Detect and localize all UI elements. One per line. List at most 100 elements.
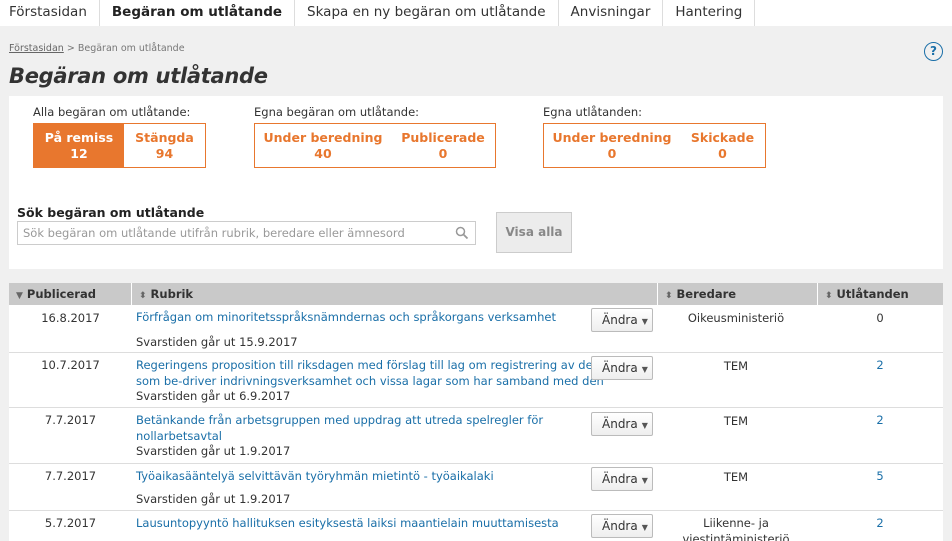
sort-icon: ⬍ (139, 291, 147, 301)
row-preparer: TEM (723, 470, 749, 484)
filter-label: Under beredning (263, 130, 383, 145)
tab-skapa-ny-begaran[interactable]: Skapa en ny begäran om utlåtande (295, 0, 559, 26)
edit-button-label: Ändra (602, 519, 638, 533)
row-date: 5.7.2017 (44, 516, 97, 530)
column-header-published[interactable]: ▼ Publicerad (9, 283, 132, 305)
row-deadline: Svarstiden går ut 1.9.2017 (136, 444, 291, 458)
edit-button-label: Ändra (602, 417, 638, 431)
filter-group-boxes: Under beredning 40 Publicerade 0 (254, 123, 496, 168)
filter-stangda[interactable]: Stängda 94 (124, 124, 205, 167)
top-nav: Förstasidan Begäran om utlåtande Skapa e… (0, 0, 952, 26)
row-title-link[interactable]: Lausuntopyyntö hallituksen esityksestä l… (136, 515, 559, 531)
filter-group-own-statements: Egna utlåtanden: Under beredning 0 Skick… (543, 105, 766, 168)
table-row: 16.8.2017 Förfrågan om minoritetsspråksn… (9, 305, 943, 353)
row-preparer: Liikenne- ja viestintäministeriö (666, 515, 806, 541)
filter-group-label: Egna utlåtanden: (543, 105, 642, 119)
row-statements-count-link[interactable]: 5 (820, 469, 940, 483)
row-title-link[interactable]: Förfrågan om minoritetsspråksnämndernas … (136, 309, 556, 325)
filter-count: 12 (70, 146, 88, 161)
table-row: 5.7.2017 Lausuntopyyntö hallituksen esit… (9, 511, 943, 541)
filter-group-own-requests: Egna begäran om utlåtande: Under beredni… (254, 105, 496, 168)
tab-forstasidan[interactable]: Förstasidan (0, 0, 100, 26)
filter-statements-skickade[interactable]: Skickade 0 (680, 124, 765, 167)
sort-icon: ⬍ (825, 291, 833, 301)
filter-own-under-beredning[interactable]: Under beredning 40 (255, 124, 391, 167)
row-date: 16.8.2017 (41, 311, 100, 325)
filter-label: Under beredning (552, 130, 672, 145)
table-row: 10.7.2017 Regeringens proposition till r… (9, 353, 943, 408)
edit-button-label: Ändra (602, 361, 638, 375)
breadcrumb-current: Begäran om utlåtande (77, 43, 185, 54)
edit-button[interactable]: Ändra ▼ (591, 467, 653, 491)
column-header-preparer[interactable]: ⬍ Beredare (658, 283, 818, 305)
row-date: 7.7.2017 (44, 413, 97, 427)
tab-hantering[interactable]: Hantering (663, 0, 756, 26)
filter-count: 40 (314, 146, 332, 161)
row-statements-count-link[interactable]: 2 (820, 516, 940, 530)
caret-down-icon: ▼ (641, 317, 648, 326)
sort-icon: ⬍ (665, 291, 673, 301)
caret-down-icon: ▼ (641, 523, 648, 532)
edit-button[interactable]: Ändra ▼ (591, 356, 653, 380)
caret-down-icon: ▼ (641, 365, 648, 374)
sort-desc-icon: ▼ (16, 291, 23, 301)
tab-anvisningar[interactable]: Anvisningar (559, 0, 664, 26)
edit-button[interactable]: Ändra ▼ (591, 412, 653, 436)
filter-label: Publicerade (401, 130, 485, 145)
row-title-line: Betänkande från arbetsgruppen med uppdra… (136, 413, 544, 427)
caret-down-icon: ▼ (641, 476, 648, 485)
table-row: 7.7.2017 Työaikasääntelyä selvittävän ty… (9, 464, 943, 511)
search-input[interactable] (18, 222, 448, 244)
edit-button-label: Ändra (602, 313, 638, 327)
filter-label: Stängda (135, 130, 194, 145)
row-preparer: Oikeusministeriö (687, 311, 785, 325)
row-preparer-line: Liikenne- ja (703, 516, 769, 530)
filter-panel: Alla begäran om utlåtande: På remiss 12 … (9, 96, 943, 269)
row-preparer-line: viestintäministeriö (682, 532, 790, 541)
row-title-link[interactable]: Työaikasääntelyä selvittävän työryhmän m… (136, 468, 494, 484)
row-statements-count-link[interactable]: 2 (820, 358, 940, 372)
row-deadline: Svarstiden går ut 15.9.2017 (136, 335, 298, 349)
filter-label: Skickade (690, 130, 755, 145)
breadcrumb-home-link[interactable]: Förstasidan (9, 43, 64, 54)
row-preparer: TEM (723, 414, 749, 428)
filter-pa-remiss[interactable]: På remiss 12 (34, 124, 124, 167)
row-title-link[interactable]: Betänkande från arbetsgruppen med uppdra… (136, 412, 543, 444)
filter-count: 0 (607, 146, 617, 161)
column-header-statements[interactable]: ⬍ Utlåtanden (818, 283, 943, 305)
filter-own-publicerade[interactable]: Publicerade 0 (391, 124, 495, 167)
row-statements-count-link[interactable]: 2 (820, 413, 940, 427)
filter-count: 0 (718, 146, 727, 161)
page-title: Begäran om utlåtande (9, 64, 268, 88)
row-statements-count: 0 (876, 311, 884, 325)
edit-button[interactable]: Ändra ▼ (591, 308, 653, 332)
filter-group-boxes: På remiss 12 Stängda 94 (33, 123, 206, 168)
filter-statements-under-beredning[interactable]: Under beredning 0 (544, 124, 680, 167)
help-icon[interactable]: ? (924, 42, 943, 61)
search-field (17, 221, 476, 245)
table-row: 7.7.2017 Betänkande från arbetsgruppen m… (9, 408, 943, 464)
row-title-line: nollarbetsavtal (136, 429, 222, 443)
row-deadline: Svarstiden går ut 1.9.2017 (136, 492, 291, 506)
row-title-link[interactable]: Regeringens proposition till riksdagen m… (136, 357, 604, 389)
edit-button[interactable]: Ändra ▼ (591, 514, 653, 538)
row-preparer: TEM (723, 359, 749, 373)
filter-count: 94 (155, 146, 174, 161)
column-header-label: Rubrik (150, 287, 194, 301)
column-header-label: Publicerad (26, 287, 96, 301)
search-icon[interactable] (455, 226, 469, 240)
column-header-label: Beredare (676, 287, 737, 301)
filter-group-boxes: Under beredning 0 Skickade 0 (543, 123, 766, 168)
column-header-title[interactable]: ⬍ Rubrik (132, 283, 658, 305)
filter-group-label: Alla begäran om utlåtande: (33, 105, 191, 119)
tab-begaran-om-utlatande[interactable]: Begäran om utlåtande (100, 0, 296, 26)
search-label: Sök begäran om utlåtande (17, 205, 205, 220)
row-date: 7.7.2017 (44, 469, 97, 483)
table-header: ▼ Publicerad ⬍ Rubrik ⬍ Beredare ⬍ Utlåtande… (9, 283, 943, 305)
filter-group-label: Egna begäran om utlåtande: (254, 105, 420, 119)
row-deadline: Svarstiden går ut 6.9.2017 (136, 389, 291, 403)
show-all-button[interactable]: Visa alla (496, 212, 572, 253)
breadcrumb-separator: > (66, 43, 75, 54)
row-title-line: Regeringens proposition till riksdagen m… (136, 358, 600, 372)
row-date: 10.7.2017 (41, 358, 100, 372)
